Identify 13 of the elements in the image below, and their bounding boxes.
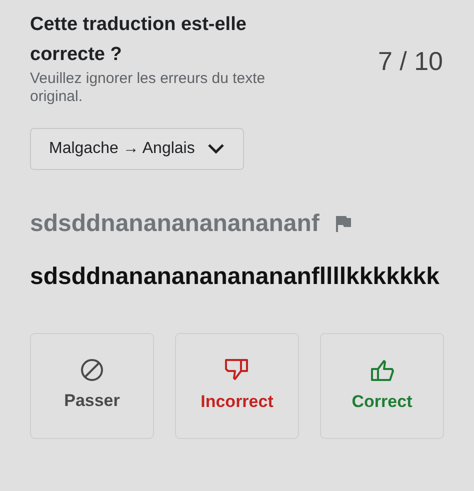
flag-icon[interactable]	[335, 215, 352, 233]
thumbs-up-icon	[369, 357, 395, 384]
source-text: sdsddnanananananananf	[30, 209, 320, 239]
chevron-down-icon	[206, 143, 225, 155]
language-dropdown[interactable]: Malgache → Anglais	[30, 128, 244, 170]
progress-counter: 7 / 10	[378, 45, 443, 78]
question-title: Cette traduction est-elle correcte ?	[30, 13, 248, 67]
skip-button[interactable]: Passer	[30, 333, 154, 439]
correct-button[interactable]: Correct	[320, 333, 444, 439]
question-hint: Veuillez ignorer les erreurs du texte original.	[30, 70, 266, 106]
prohibited-icon	[80, 358, 104, 382]
incorrect-button[interactable]: Incorrect	[175, 333, 299, 439]
translation-text: sdsddnanananananananfllllkkkkkkk	[30, 262, 440, 292]
